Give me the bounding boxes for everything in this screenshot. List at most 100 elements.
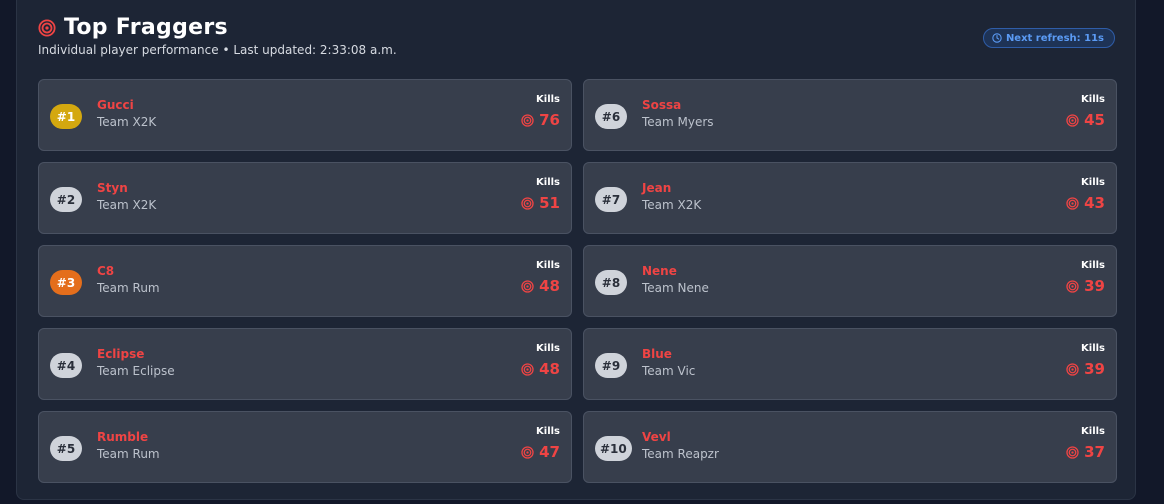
kills-block: Kills 45 bbox=[1066, 94, 1105, 129]
player-team: Team Vic bbox=[642, 364, 696, 378]
kills-label: Kills bbox=[536, 260, 560, 271]
target-icon bbox=[38, 18, 56, 37]
player-card[interactable]: #9 Blue Team Vic Kills 39 bbox=[583, 328, 1117, 400]
target-icon bbox=[1066, 113, 1079, 127]
player-info: Jean Team X2K bbox=[642, 181, 701, 212]
kills-value: 39 bbox=[1066, 360, 1105, 378]
target-icon bbox=[1066, 362, 1079, 376]
player-card[interactable]: #10 Vevl Team Reapzr Kills 37 bbox=[583, 411, 1117, 483]
player-team: Team Myers bbox=[642, 115, 714, 129]
kills-label: Kills bbox=[536, 426, 560, 437]
player-team: Team Reapzr bbox=[642, 447, 719, 461]
kills-count: 37 bbox=[1084, 443, 1105, 461]
player-name[interactable]: Styn bbox=[97, 181, 156, 195]
player-name[interactable]: C8 bbox=[97, 264, 160, 278]
kills-block: Kills 39 bbox=[1066, 260, 1105, 295]
player-card[interactable]: #6 Sossa Team Myers Kills 45 bbox=[583, 79, 1117, 151]
rank-badge: #9 bbox=[595, 353, 627, 378]
kills-value: 76 bbox=[521, 111, 560, 129]
player-name[interactable]: Jean bbox=[642, 181, 701, 195]
title-row: Top Fraggers bbox=[38, 15, 397, 40]
kills-value: 37 bbox=[1066, 443, 1105, 461]
player-name[interactable]: Gucci bbox=[97, 98, 156, 112]
kills-block: Kills 47 bbox=[521, 426, 560, 461]
kills-count: 48 bbox=[539, 277, 560, 295]
kills-block: Kills 51 bbox=[521, 177, 560, 212]
rank-badge: #6 bbox=[595, 104, 627, 129]
player-card[interactable]: #2 Styn Team X2K Kills 51 bbox=[38, 162, 572, 234]
player-card[interactable]: #1 Gucci Team X2K Kills 76 bbox=[38, 79, 572, 151]
panel-header: Top Fraggers Individual player performan… bbox=[38, 15, 397, 57]
player-team: Team X2K bbox=[642, 198, 702, 212]
rank-badge: #4 bbox=[50, 353, 82, 378]
rank-badge: #8 bbox=[595, 270, 627, 295]
player-card[interactable]: #5 Rumble Team Rum Kills 47 bbox=[38, 411, 572, 483]
kills-value: 47 bbox=[521, 443, 560, 461]
player-grid: #1 Gucci Team X2K Kills 76 #6 Sossa Team… bbox=[38, 79, 1117, 483]
target-icon bbox=[521, 445, 534, 459]
kills-label: Kills bbox=[1081, 260, 1105, 271]
kills-value: 48 bbox=[521, 277, 560, 295]
kills-block: Kills 76 bbox=[521, 94, 560, 129]
kills-label: Kills bbox=[536, 177, 560, 188]
kills-count: 39 bbox=[1084, 360, 1105, 378]
player-info: Vevl Team Reapzr bbox=[642, 430, 719, 461]
next-refresh-label: Next refresh: 11s bbox=[1005, 32, 1104, 44]
kills-label: Kills bbox=[536, 343, 560, 354]
kills-count: 48 bbox=[539, 360, 560, 378]
player-info: Blue Team Vic bbox=[642, 347, 695, 378]
target-icon bbox=[1066, 279, 1079, 293]
player-name[interactable]: Blue bbox=[642, 347, 695, 361]
player-name[interactable]: Eclipse bbox=[97, 347, 175, 361]
player-card[interactable]: #3 C8 Team Rum Kills 48 bbox=[38, 245, 572, 317]
target-icon bbox=[521, 113, 534, 127]
kills-label: Kills bbox=[1081, 94, 1105, 105]
player-team: Team X2K bbox=[97, 198, 157, 212]
kills-count: 43 bbox=[1084, 194, 1105, 212]
next-refresh-badge: Next refresh: 11s bbox=[982, 28, 1115, 48]
kills-count: 45 bbox=[1084, 111, 1105, 129]
player-team: Team Rum bbox=[97, 447, 160, 461]
kills-block: Kills 43 bbox=[1066, 177, 1105, 212]
kills-block: Kills 48 bbox=[521, 343, 560, 378]
kills-block: Kills 39 bbox=[1066, 343, 1105, 378]
kills-label: Kills bbox=[1081, 177, 1105, 188]
player-name[interactable]: Rumble bbox=[97, 430, 160, 444]
player-info: Sossa Team Myers bbox=[642, 98, 714, 129]
player-team: Team X2K bbox=[97, 115, 157, 129]
player-team: Team Rum bbox=[97, 281, 160, 295]
player-name[interactable]: Nene bbox=[642, 264, 709, 278]
kills-count: 51 bbox=[539, 194, 560, 212]
player-card[interactable]: #8 Nene Team Nene Kills 39 bbox=[583, 245, 1117, 317]
target-icon bbox=[1066, 196, 1079, 210]
page-title: Top Fraggers bbox=[64, 15, 228, 40]
target-icon bbox=[1066, 445, 1079, 459]
kills-block: Kills 48 bbox=[521, 260, 560, 295]
kills-value: 51 bbox=[521, 194, 560, 212]
target-icon bbox=[521, 362, 534, 376]
player-team: Team Nene bbox=[642, 281, 709, 295]
kills-value: 43 bbox=[1066, 194, 1105, 212]
clock-icon bbox=[992, 33, 1002, 43]
player-card[interactable]: #7 Jean Team X2K Kills 43 bbox=[583, 162, 1117, 234]
player-info: Styn Team X2K bbox=[97, 181, 156, 212]
rank-badge: #2 bbox=[50, 187, 82, 212]
player-card[interactable]: #4 Eclipse Team Eclipse Kills 48 bbox=[38, 328, 572, 400]
player-name[interactable]: Vevl bbox=[642, 430, 719, 444]
rank-badge: #3 bbox=[50, 270, 82, 295]
kills-count: 39 bbox=[1084, 277, 1105, 295]
target-icon bbox=[521, 196, 534, 210]
page-subtitle: Individual player performance • Last upd… bbox=[38, 43, 397, 57]
player-name[interactable]: Sossa bbox=[642, 98, 714, 112]
rank-badge: #7 bbox=[595, 187, 627, 212]
player-info: Gucci Team X2K bbox=[97, 98, 156, 129]
player-info: Nene Team Nene bbox=[642, 264, 709, 295]
kills-label: Kills bbox=[1081, 343, 1105, 354]
rank-badge: #1 bbox=[50, 104, 82, 129]
rank-badge: #10 bbox=[595, 436, 632, 461]
player-info: C8 Team Rum bbox=[97, 264, 160, 295]
kills-count: 76 bbox=[539, 111, 560, 129]
target-icon bbox=[521, 279, 534, 293]
kills-value: 48 bbox=[521, 360, 560, 378]
kills-value: 39 bbox=[1066, 277, 1105, 295]
